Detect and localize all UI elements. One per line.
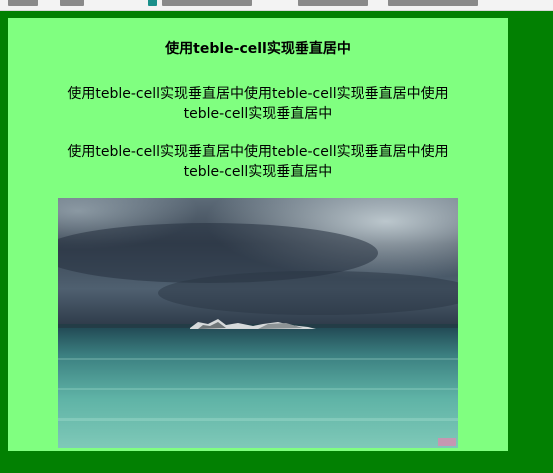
bookmark-favicon-icon: [148, 0, 157, 6]
browser-bookmarks-bar: [0, 0, 553, 11]
bookmark-item[interactable]: [162, 0, 252, 6]
bookmark-item[interactable]: [60, 0, 84, 6]
bookmark-item[interactable]: [388, 0, 478, 6]
table-cell-box: 使用teble-cell实现垂直居中 使用teble-cell实现垂直居中使用t…: [8, 18, 508, 451]
landscape-image: [58, 198, 458, 448]
outer-container: 使用teble-cell实现垂直居中 使用teble-cell实现垂直居中使用t…: [0, 11, 553, 473]
sea-photo-graphic: [58, 198, 458, 448]
paragraph-1: 使用teble-cell实现垂直居中使用teble-cell实现垂直居中使用te…: [67, 86, 449, 122]
bookmark-item[interactable]: [8, 0, 38, 6]
paragraph-2: 使用teble-cell实现垂直居中使用teble-cell实现垂直居中使用te…: [67, 144, 449, 180]
bookmark-item[interactable]: [298, 0, 368, 6]
page-title: 使用teble-cell实现垂直居中: [165, 41, 351, 57]
